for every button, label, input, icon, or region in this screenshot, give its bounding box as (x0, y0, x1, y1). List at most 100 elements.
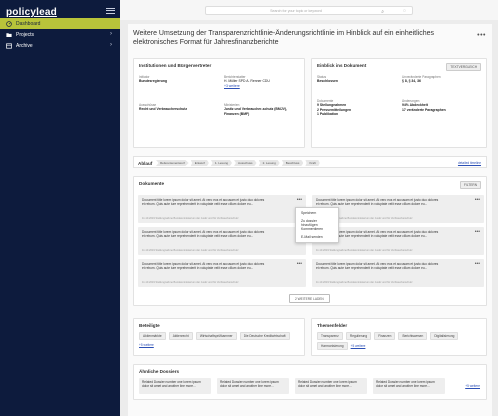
card-title: Einblick ins Dokument (317, 63, 367, 68)
text-compare-button[interactable]: TEXTVERGLEICH (446, 63, 481, 71)
document-item[interactable]: Document title lorem ipsum dolor sit ame… (138, 227, 306, 255)
sidebar-item-projects[interactable]: Projects › (0, 29, 120, 40)
document-item[interactable]: Document title lorem ipsum dolor sit ame… (312, 259, 484, 287)
timeline-step[interactable]: 2. Lesung (258, 160, 280, 166)
document-item[interactable]: Document title lorem ipsum dolor sit ame… (138, 195, 306, 223)
document-text: Document title lorem ipsum dolor sit ame… (142, 230, 265, 239)
tag[interactable]: Wirtschaftsprüfkammer (195, 332, 237, 340)
dossier-item[interactable]: Related Dossier number one lorem ipsum d… (373, 378, 445, 394)
card-title: Themenfelder (317, 323, 348, 328)
folder-icon (6, 32, 12, 38)
timeline-step[interactable]: 1. Lesung (210, 160, 233, 166)
more-options-icon[interactable]: ••• (475, 229, 480, 235)
brand-logo[interactable]: policylead (6, 7, 57, 18)
sidebar: policylead Dashboard Projects › Archive … (0, 0, 120, 416)
menu-item-add-to-dossier[interactable]: Zu dossier hinzufügen (296, 217, 338, 227)
topbar: Search for your topic or keyword ⌕ ◌ (120, 0, 498, 20)
more-options-icon[interactable]: ••• (297, 261, 302, 267)
tag[interactable]: Aktienmärkte (139, 332, 166, 340)
sidebar-item-label: Dashboard (16, 20, 41, 27)
timeline-steps: Referentenentwurf Entwurf 1. Lesung Auss… (156, 160, 322, 166)
sidebar-item-dashboard[interactable]: Dashboard (0, 18, 120, 29)
tag[interactable]: Finanzen (374, 332, 396, 340)
more-options-icon[interactable]: ••• (297, 197, 302, 203)
changes-field: Änderungen 94% Abdeckheit 17 veränderte … (402, 99, 484, 112)
document-meta: 11.10.2019 Stellungnahme Bundesministeri… (142, 217, 239, 220)
timeline-step[interactable]: Ausschuss (234, 160, 257, 166)
committee-field: Ausschüsse Recht und Verbraucherschutz (139, 103, 219, 112)
document-text: Document title lorem ipsum dolor sit ame… (142, 198, 265, 207)
document-text: Document title lorem ipsum dolor sit ame… (316, 198, 439, 207)
menu-item-email[interactable]: E-Mail senden (296, 233, 338, 241)
menu-toggle-icon[interactable] (106, 6, 115, 15)
tag[interactable]: Harmonisierung (317, 342, 348, 350)
field-value: Beschlossen (317, 79, 338, 83)
timeline-step[interactable]: Kraft (305, 160, 320, 166)
more-options-icon[interactable]: ••• (475, 261, 480, 267)
reps-more-link[interactable]: +3 weitere (224, 84, 304, 89)
tag[interactable]: Regulierung (345, 332, 372, 340)
detailed-timeline-link[interactable]: detailed timeline (458, 161, 481, 165)
sidebar-item-label: Archive (16, 42, 33, 49)
search-icon[interactable]: ⌕ (381, 9, 384, 15)
topics-more-link[interactable]: +5 weitere (351, 344, 366, 348)
reps-field: Berichterstatter H. Müller SPD A. Renner… (224, 75, 304, 88)
field-value: Justiz und Verbraucher-schutz (BMJV), Fi… (224, 107, 287, 116)
more-options-icon[interactable]: ••• (477, 32, 486, 39)
sidebar-item-archive[interactable]: Archive › (0, 40, 120, 51)
tag[interactable]: Aktienrecht (168, 332, 193, 340)
card-title: Dokumente (139, 181, 165, 186)
paragraphs-field: Unveränderte Paragraphen § 8, § 34, 36 (402, 75, 484, 84)
timeline-step[interactable]: Beschluss (281, 160, 304, 166)
dashboard-icon (6, 20, 12, 27)
card-title: Institutionen und Bürgervertreter (139, 63, 212, 68)
main-content: Weitere Umsetzung der Transparenzrichtli… (128, 24, 492, 416)
page-title: Weitere Umsetzung der Transparenzrichtli… (133, 30, 435, 46)
institutions-card: Institutionen und Bürgervertreter Initia… (133, 58, 305, 148)
sidebar-nav: Dashboard Projects › Archive › (0, 18, 120, 51)
tag[interactable]: Berichtswesen (398, 332, 428, 340)
dossier-item[interactable]: Related Dossier number one lorem ipsum d… (295, 378, 367, 394)
timeline-step[interactable]: Entwurf (190, 160, 209, 166)
document-meta: 11.10.2019 Stellungnahme Bundesministeri… (316, 249, 413, 252)
menu-item-comment[interactable]: Kommentieren (296, 225, 338, 233)
tag[interactable]: Die Deutsche Kreditwirtschaft (239, 332, 290, 340)
dossiers-more-link[interactable]: +5 weitere (465, 384, 480, 388)
field-value: Bundesregierung (139, 79, 168, 83)
documents-field: Dokumente 9 Stellungnahmen 2 Pressemitte… (317, 99, 397, 117)
documents-card: Dokumente FILTERN Document title lorem i… (133, 176, 487, 306)
timeline-step[interactable]: Referentenentwurf (156, 160, 189, 166)
initiator-field: Initiator Bundesregierung (139, 75, 219, 84)
field-value: 17 veränderte Paragraphen (402, 107, 446, 112)
similar-dossiers-card: Ähnliche Dossiers Related Dossier number… (133, 364, 487, 400)
dossier-item[interactable]: Related Dossier number one lorem ipsum d… (217, 378, 289, 394)
ministry-field: Ministerien Justiz und Verbraucher-schut… (224, 103, 302, 116)
insight-card: Einblick ins Dokument TEXTVERGLEICH Stat… (311, 58, 487, 148)
load-more-button[interactable]: 2 WEITERE LADEN (289, 294, 330, 303)
document-meta: 11.10.2019 Stellungnahme Bundesministeri… (316, 281, 413, 284)
participants-more-link[interactable]: +5 weitere (139, 343, 154, 347)
settings-icon[interactable]: ◌ (403, 8, 406, 14)
document-item[interactable]: Document title lorem ipsum dolor sit ame… (138, 259, 306, 287)
topics-card: Themenfelder Transparenz Regulierung Fin… (311, 318, 487, 356)
dossier-item[interactable]: Related Dossier number one lorem ipsum d… (139, 378, 211, 394)
participant-tags: Aktienmärkte Aktienrecht Wirtschaftsprüf… (139, 332, 299, 347)
chevron-right-icon: › (110, 31, 112, 37)
filter-button[interactable]: FILTERN (459, 181, 481, 189)
tag[interactable]: Digitalisierung (430, 332, 459, 340)
tag[interactable]: Transparenz (317, 332, 343, 340)
context-menu: Speichern Zu dossier hinzufügen Kommenti… (295, 207, 339, 243)
chevron-right-icon: › (110, 42, 112, 48)
search-input[interactable]: Search for your topic or keyword ⌕ ◌ (205, 6, 413, 15)
archive-icon (6, 42, 12, 49)
field-value: 1 Publikation (317, 112, 339, 116)
menu-item-save[interactable]: Speichern (296, 209, 338, 217)
document-text: Document title lorem ipsum dolor sit ame… (142, 262, 265, 271)
document-text: Document title lorem ipsum dolor sit ame… (316, 262, 439, 271)
field-value: Recht und Verbraucherschutz (139, 107, 188, 111)
document-meta: 11.10.2019 Stellungnahme Bundesministeri… (142, 281, 239, 284)
more-options-icon[interactable]: ••• (475, 197, 480, 203)
search-placeholder: Search for your topic or keyword (270, 8, 322, 13)
app-root: policylead Dashboard Projects › Archive … (0, 0, 498, 416)
document-meta: 11.10.2019 Stellungnahme Bundesministeri… (142, 249, 239, 252)
